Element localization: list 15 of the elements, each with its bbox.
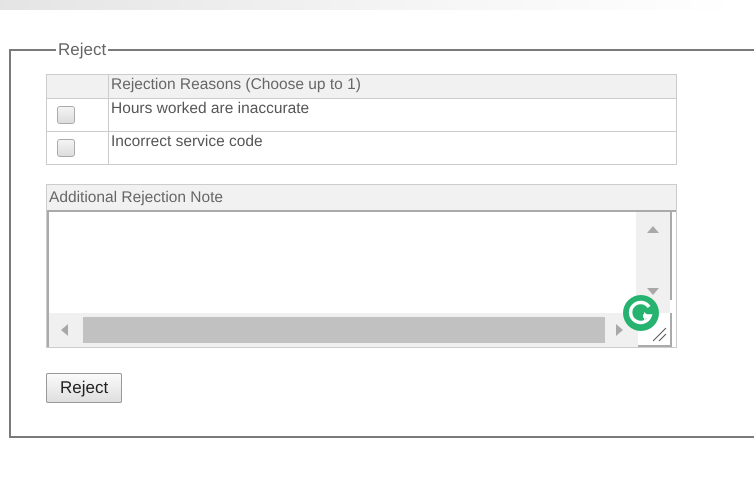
checkbox[interactable] <box>57 106 75 124</box>
table-cell: Hours worked are inaccurate <box>108 98 676 132</box>
table-cell: Incorrect service code <box>108 132 676 164</box>
reject-button[interactable]: Reject <box>46 373 122 403</box>
scroll-up-icon[interactable] <box>647 226 659 233</box>
vertical-scrollbar[interactable] <box>636 212 672 300</box>
scroll-left-icon[interactable] <box>61 324 68 336</box>
scroll-right-icon[interactable] <box>616 324 623 336</box>
resize-grip-icon[interactable] <box>651 326 667 342</box>
scrollbar-thumb[interactable] <box>83 317 605 343</box>
note-label: Additional Rejection Note <box>47 185 676 212</box>
checkbox[interactable] <box>57 139 75 157</box>
table-header-cell: Rejection Reasons (Choose up to 1) <box>108 74 676 98</box>
horizontal-scrollbar[interactable] <box>49 313 638 347</box>
fieldset-legend: Reject <box>56 40 108 60</box>
